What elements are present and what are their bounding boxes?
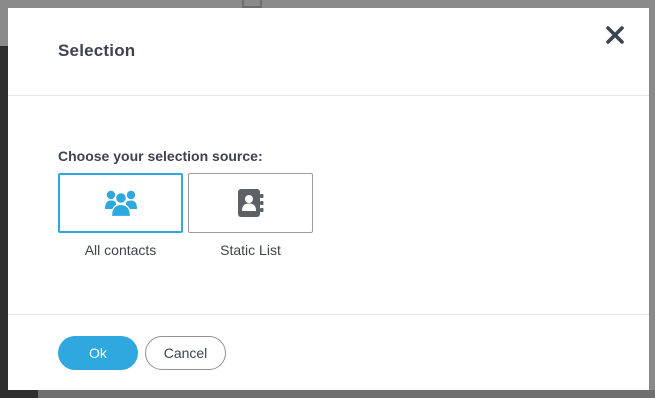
selection-source-label: Choose your selection source: (58, 148, 263, 164)
address-book-icon (237, 189, 263, 217)
dialog-body: Choose your selection source: All contac… (8, 96, 649, 315)
backdrop (0, 46, 8, 398)
dialog-title: Selection (58, 41, 136, 60)
option-static-list[interactable] (188, 173, 313, 233)
background-icon (242, 0, 262, 8)
close-button[interactable] (605, 25, 625, 45)
option-label-all-contacts: All contacts (84, 242, 157, 258)
dialog-header: Selection (8, 8, 649, 96)
contacts-group-icon (104, 190, 137, 217)
selection-dialog: Selection Choose your selection source: (8, 8, 649, 390)
option-label-static-list: Static List (220, 242, 281, 258)
close-icon (606, 26, 624, 44)
backdrop (0, 390, 38, 398)
option-all-contacts[interactable] (58, 173, 183, 233)
backdrop (38, 390, 655, 398)
dialog-footer: Ok Cancel (8, 315, 649, 390)
cancel-button[interactable]: Cancel (145, 336, 226, 370)
ok-button[interactable]: Ok (58, 336, 138, 370)
